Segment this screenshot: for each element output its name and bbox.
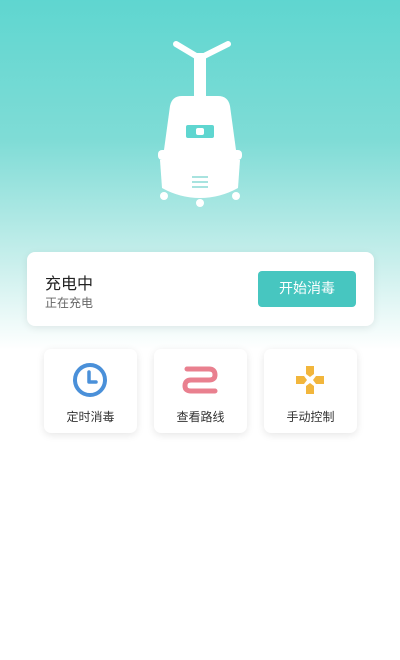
manual-control-card[interactable]: 手动控制 [264, 349, 357, 433]
disinfection-robot-illustration [158, 41, 242, 207]
timed-disinfection-card[interactable]: 定时消毒 [44, 349, 137, 433]
view-route-card[interactable]: 查看路线 [154, 349, 247, 433]
view-route-label: 查看路线 [176, 410, 225, 424]
status-card: 充电中 正在充电 开始消毒 [27, 252, 374, 326]
status-subtitle: 正在充电 [45, 296, 94, 310]
manual-control-label: 手动控制 [286, 410, 335, 424]
status-title: 充电中 [45, 274, 94, 293]
start-disinfection-button[interactable]: 开始消毒 [258, 271, 356, 307]
dpad-icon [296, 366, 324, 394]
timed-disinfection-label: 定时消毒 [66, 410, 115, 424]
clock-icon [73, 363, 107, 397]
route-icon [182, 366, 218, 394]
